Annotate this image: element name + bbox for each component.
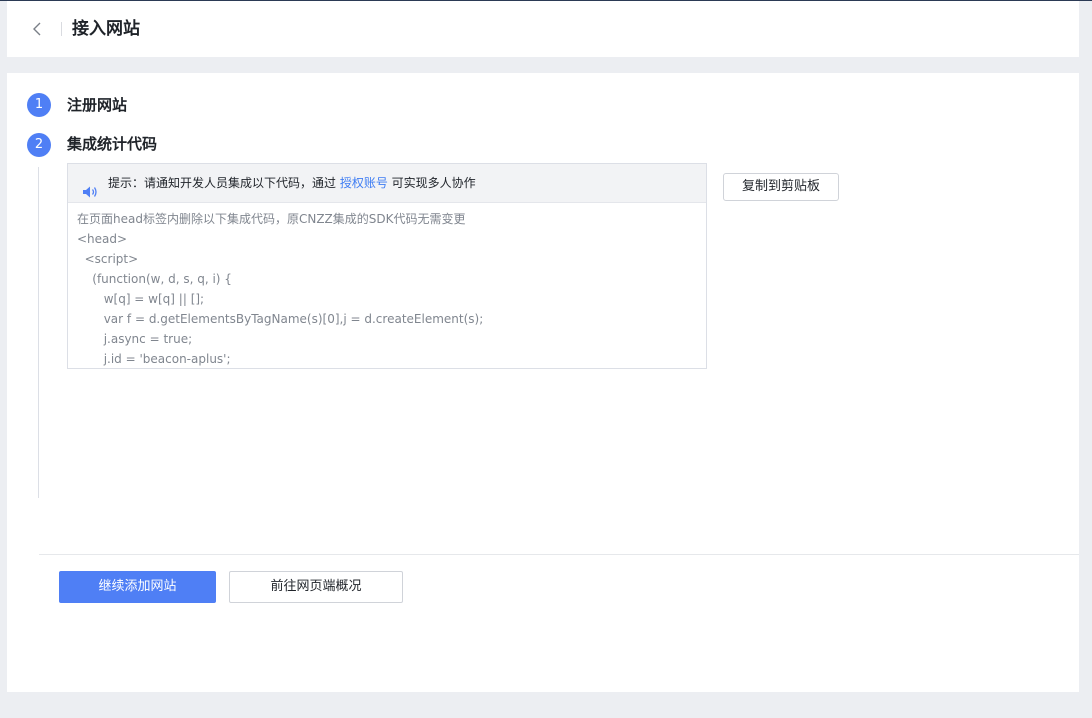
page-title: 接入网站 [72, 19, 140, 39]
code-snippet[interactable]: 在页面head标签内删除以下集成代码，原CNZZ集成的SDK代码无需变更 <he… [68, 203, 706, 368]
tip-text: 提示：请通知开发人员集成以下代码，通过 授权账号 可实现多人协作 [108, 164, 476, 202]
tip-prefix: 提示：请通知开发人员集成以下代码，通过 [108, 176, 340, 190]
step-2-title: 集成统计代码 [67, 135, 158, 153]
step-connector-line [38, 167, 39, 498]
chevron-left-icon[interactable] [27, 19, 47, 39]
tip-bar: 提示：请通知开发人员集成以下代码，通过 授权账号 可实现多人协作 [68, 164, 706, 203]
step-2-number: 2 [27, 133, 51, 157]
authorize-account-link[interactable]: 授权账号 [340, 176, 388, 190]
footer-divider [39, 554, 1079, 555]
main-card: 1 注册网站 2 集成统计代码 提示：请通知开发人员集成以下代码，通过 授权账号… [7, 73, 1079, 692]
header-divider [61, 22, 62, 36]
step-1-number: 1 [27, 93, 51, 117]
page-header: 接入网站 [7, 1, 1079, 57]
step-1-title: 注册网站 [67, 96, 128, 114]
speaker-icon [82, 176, 98, 198]
tip-suffix: 可实现多人协作 [387, 176, 476, 190]
continue-add-site-button[interactable]: 继续添加网站 [59, 571, 216, 603]
go-to-web-overview-button[interactable]: 前往网页端概况 [229, 571, 403, 603]
code-panel: 提示：请通知开发人员集成以下代码，通过 授权账号 可实现多人协作 在页面head… [67, 163, 707, 369]
copy-to-clipboard-button[interactable]: 复制到剪贴板 [723, 173, 839, 201]
